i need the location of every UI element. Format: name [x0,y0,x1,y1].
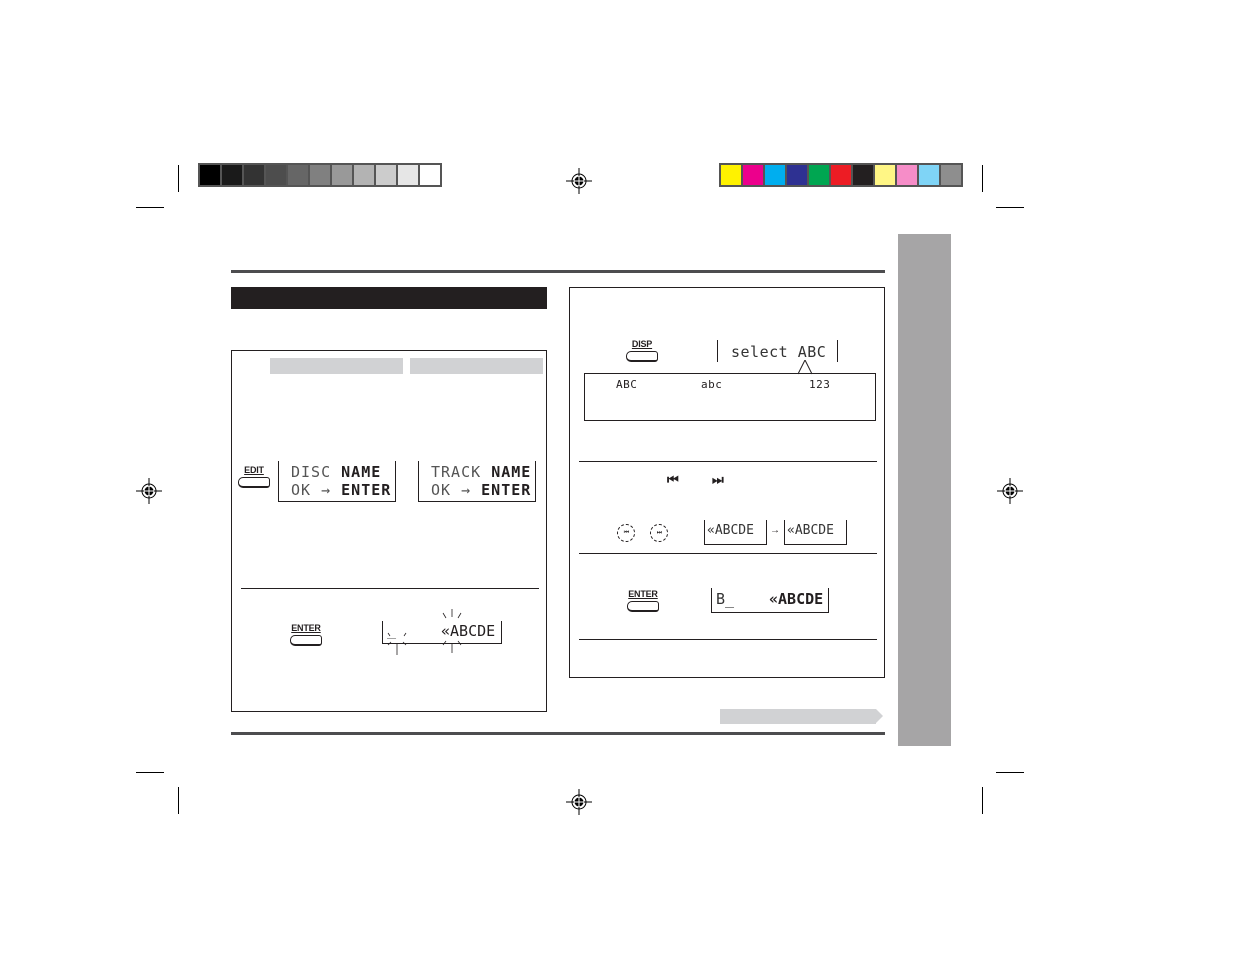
crop-mark [178,165,179,192]
mode-option-lowercase: abc [701,378,723,391]
step-divider [241,588,539,589]
color-swatch [398,165,418,185]
skip-next-icon: ⏭ [712,472,724,487]
color-swatch [743,165,763,185]
color-swatch [332,165,352,185]
enter-button-label: ENTER [291,623,321,633]
mode-display: select ABC [717,340,838,362]
character-display-before: «ABCDE [704,520,767,545]
track-name-display: TRACK NAME OK → ENTER [418,461,536,502]
crop-mark [982,165,983,192]
blink-indicator-icon [442,609,462,653]
display-text: «ABCDE [787,523,834,538]
registration-mark-icon [566,789,592,815]
color-swatch [787,165,807,185]
edit-button[interactable]: EDIT [238,466,270,488]
mode-option-numbers: 123 [809,378,831,391]
step-divider [579,553,877,554]
enter-button[interactable]: ENTER [290,624,322,646]
registration-mark-icon [997,478,1023,504]
next-button[interactable]: ⏭ [650,524,668,542]
color-swatch [897,165,917,185]
display-text: OK → [291,481,342,499]
crop-mark [996,772,1024,773]
color-swatch [244,165,264,185]
color-swatch [288,165,308,185]
display-text: ENTER [481,481,532,499]
enter-button[interactable]: ENTER [627,590,659,612]
crop-mark [982,787,983,814]
edit-button-label: EDIT [244,465,264,475]
crop-mark [996,207,1024,208]
color-swatch [831,165,851,185]
step-divider [579,639,877,640]
character-display-after: «ABCDE [784,520,847,545]
button-body [627,601,659,612]
mode-display-text: select ABC [731,343,827,361]
color-swatch [809,165,829,185]
color-swatch [875,165,895,185]
continued-arrow [720,709,883,724]
prev-button[interactable]: ⏮ [617,524,635,542]
tab-track-name [410,358,543,374]
blink-indicator-icon [387,632,407,655]
section-heading-bar [231,287,547,309]
enter-button-label: ENTER [628,589,658,599]
display-text: TRACK [431,463,492,481]
mode-options-box: ABC abc 123 [584,373,876,421]
right-instruction-box: DISP select ABC ABC abc 123 ⏮ ⏭ ⏮ ⏭ «ABC… [569,287,885,678]
mode-option-uppercase: ABC [616,378,638,391]
color-swatch [721,165,741,185]
character-strip-text: «ABCDE [769,590,824,608]
display-text: OK → [431,481,482,499]
color-swatch [376,165,396,185]
button-body [290,635,322,646]
display-text: DISC [291,463,342,481]
color-swatch [266,165,286,185]
color-swatch [310,165,330,185]
display-text: NAME [341,463,382,481]
display-text: ENTER [341,481,392,499]
color-swatch [941,165,961,185]
cursor-text: B_ [716,590,735,608]
color-swatch [853,165,873,185]
disp-button[interactable]: DISP [626,340,658,362]
registration-mark-icon [566,168,592,194]
grayscale-color-bar [198,163,442,187]
skip-previous-icon: ⏮ [667,472,679,487]
left-instruction-box: EDIT DISC NAME OK → ENTER TRACK NAME OK … [231,350,547,712]
crop-mark [178,787,179,814]
crop-mark [136,207,164,208]
button-body [238,477,270,488]
chapter-side-tab [898,234,951,746]
disp-button-label: DISP [631,339,653,349]
color-swatch [765,165,785,185]
entry-display: B_ «ABCDE [711,588,829,613]
registration-mark-icon [136,478,162,504]
cmyk-color-bar [719,163,963,187]
button-body [626,351,658,362]
disc-name-display: DISC NAME OK → ENTER [278,461,396,502]
color-swatch [222,165,242,185]
top-rule [231,270,885,273]
color-swatch [919,165,939,185]
tab-disc-name [270,358,403,374]
display-text: NAME [491,463,532,481]
step-divider [579,461,877,462]
color-swatch [420,165,440,185]
crop-mark [136,772,164,773]
bottom-rule [231,732,885,735]
color-swatch [354,165,374,185]
arrow-icon: → [770,525,780,536]
color-swatch [200,165,220,185]
display-text: «ABCDE [707,523,754,538]
